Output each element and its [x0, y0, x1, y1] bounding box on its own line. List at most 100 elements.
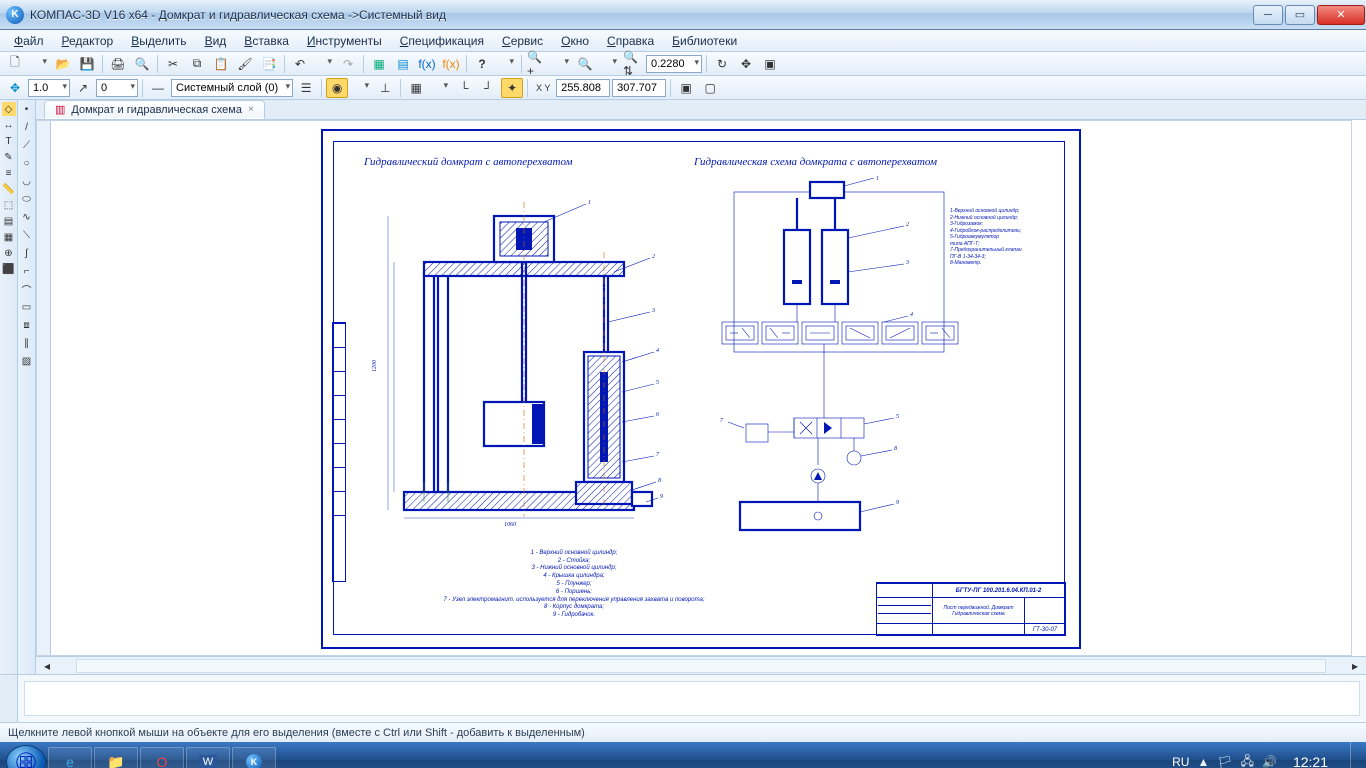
zoom-window-icon[interactable]: 🔍	[574, 54, 596, 74]
stop2d-icon[interactable]: ▢	[699, 78, 721, 98]
views-panel-icon[interactable]: ⬛	[2, 262, 16, 276]
variables-icon[interactable]: f(x)	[416, 54, 438, 74]
chamfer-tool-icon[interactable]: ⌐	[20, 264, 34, 278]
snap-dropdown[interactable]	[350, 78, 372, 98]
equidistant-tool-icon[interactable]: ∥	[20, 336, 34, 350]
format-painter-icon[interactable]: 🖌	[234, 54, 256, 74]
reports-panel-icon[interactable]: ▦	[2, 230, 16, 244]
menu-spec[interactable]: Спецификация	[392, 32, 492, 50]
refresh-icon[interactable]: ↻	[711, 54, 733, 74]
print-icon[interactable]: 🖨	[107, 54, 129, 74]
snap-global-icon[interactable]: ◉	[326, 78, 348, 98]
stop3d-icon[interactable]: ▣	[675, 78, 697, 98]
coord-y-field[interactable]: 307.707	[612, 79, 666, 97]
shift-view-icon[interactable]: ✥	[735, 54, 757, 74]
open-icon[interactable]: 📂	[52, 54, 74, 74]
menu-edit[interactable]: Редактор	[54, 32, 122, 50]
ellipse-tool-icon[interactable]: ⬭	[20, 192, 34, 206]
circle-tool-icon[interactable]: ○	[20, 156, 34, 170]
library-icon[interactable]: ▤	[392, 54, 414, 74]
arc-tool-icon[interactable]: ◡	[20, 174, 34, 188]
aux-line-icon[interactable]: ⟋	[20, 138, 34, 152]
close-button[interactable]: ✕	[1317, 5, 1365, 25]
menu-help[interactable]: Справка	[599, 32, 662, 50]
hatch-tool-icon[interactable]: ▨	[20, 354, 34, 368]
tray-flag-icon[interactable]: ▲	[1197, 755, 1209, 768]
cut-icon[interactable]: ✂	[162, 54, 184, 74]
task-opera-icon[interactable]: O	[140, 747, 184, 768]
property-panel-tabs[interactable]	[0, 675, 18, 722]
snap-icon[interactable]: ✥	[4, 78, 26, 98]
ortho-icon[interactable]: └	[453, 78, 475, 98]
step-field[interactable]: 1.0	[28, 79, 70, 97]
designations-panel-icon[interactable]: T	[2, 134, 16, 148]
undo-dropdown[interactable]	[313, 54, 335, 74]
angle-icon[interactable]: ↗	[72, 78, 94, 98]
task-explorer-icon[interactable]: 📁	[94, 747, 138, 768]
copy-icon[interactable]: ⧉	[186, 54, 208, 74]
layer-field[interactable]: Системный слой (0)	[171, 79, 293, 97]
help-dropdown[interactable]	[495, 54, 517, 74]
collect-tool-icon[interactable]: ⧈	[20, 318, 34, 332]
zoom-window-dropdown[interactable]	[598, 54, 620, 74]
measure-panel-icon[interactable]: 📏	[2, 182, 16, 196]
grid-dropdown[interactable]	[429, 78, 451, 98]
tray-network-icon[interactable]: 🖧	[1241, 752, 1254, 768]
coord-x-field[interactable]: 255.808	[556, 79, 610, 97]
menu-file[interactable]: Файл	[6, 32, 52, 50]
menu-insert[interactable]: Вставка	[236, 32, 297, 50]
menu-view[interactable]: Вид	[197, 32, 235, 50]
insert-panel-icon[interactable]: ⊕	[2, 246, 16, 260]
tray-flag2-icon[interactable]: 🏳	[1217, 755, 1232, 768]
minimize-button[interactable]: ─	[1253, 5, 1283, 25]
round-icon[interactable]: ┘	[477, 78, 499, 98]
task-word-icon[interactable]: W	[186, 747, 230, 768]
tray-lang[interactable]: RU	[1172, 755, 1189, 768]
fillet-tool-icon[interactable]: ⌒	[20, 282, 34, 296]
tab-close-icon[interactable]: ×	[248, 104, 254, 115]
save-icon[interactable]: 💾	[76, 54, 98, 74]
manager-icon[interactable]: ▦	[368, 54, 390, 74]
tab-drawing[interactable]: ▥ Домкрат и гидравлическая схема ×	[44, 100, 265, 119]
preview-icon[interactable]: 🔍	[131, 54, 153, 74]
spec-panel-icon[interactable]: ▤	[2, 214, 16, 228]
select-panel-icon[interactable]: ⬚	[2, 198, 16, 212]
params-panel-icon[interactable]: ≡	[2, 166, 16, 180]
grid-icon[interactable]: ▦	[405, 78, 427, 98]
style-icon[interactable]: —	[147, 78, 169, 98]
spline-tool-icon[interactable]: ∿	[20, 210, 34, 224]
start-button[interactable]	[6, 745, 46, 768]
line-tool-icon[interactable]: /	[20, 120, 34, 134]
redo-icon[interactable]: ↷	[337, 54, 359, 74]
horizontal-scrollbar[interactable]: ◂ ▸	[36, 656, 1366, 674]
zoom-in-icon[interactable]: 🔍+	[526, 54, 548, 74]
rect-tool-icon[interactable]: ▭	[20, 300, 34, 314]
fit-icon[interactable]: ▣	[759, 54, 781, 74]
lcs-icon[interactable]: ✦	[501, 78, 523, 98]
properties-icon[interactable]: 📑	[258, 54, 280, 74]
scroll-right-icon[interactable]: ▸	[1344, 656, 1366, 676]
scroll-left-icon[interactable]: ◂	[36, 656, 58, 676]
edit-panel-icon[interactable]: ✎	[2, 150, 16, 164]
new-doc-icon[interactable]: 🗋	[4, 54, 26, 74]
drawing-canvas[interactable]: Гидравлический домкрат с автоперехватом …	[36, 120, 1352, 656]
paste-icon[interactable]: 📋	[210, 54, 232, 74]
menu-window[interactable]: Окно	[553, 32, 597, 50]
menu-select[interactable]: Выделить	[123, 32, 194, 50]
task-ie-icon[interactable]: e	[48, 747, 92, 768]
menu-tools[interactable]: Инструменты	[299, 32, 390, 50]
help-icon[interactable]: ?	[471, 54, 493, 74]
zoom-dynamic-icon[interactable]: 🔍⇅	[622, 54, 644, 74]
undo-icon[interactable]: ↶	[289, 54, 311, 74]
point-tool-icon[interactable]: •	[20, 102, 34, 116]
new-doc-dropdown[interactable]	[28, 54, 50, 74]
show-desktop-button[interactable]	[1350, 742, 1360, 768]
menu-service[interactable]: Сервис	[494, 32, 551, 50]
dimensions-panel-icon[interactable]: ↔	[2, 118, 16, 132]
grid-align-icon[interactable]: ⊥	[374, 78, 396, 98]
layers-icon[interactable]: ☰	[295, 78, 317, 98]
menu-libs[interactable]: Библиотеки	[664, 32, 745, 50]
zoom-value-field[interactable]: 0.2280	[646, 55, 702, 73]
angle-field[interactable]: 0	[96, 79, 138, 97]
maximize-button[interactable]: ▭	[1285, 5, 1315, 25]
